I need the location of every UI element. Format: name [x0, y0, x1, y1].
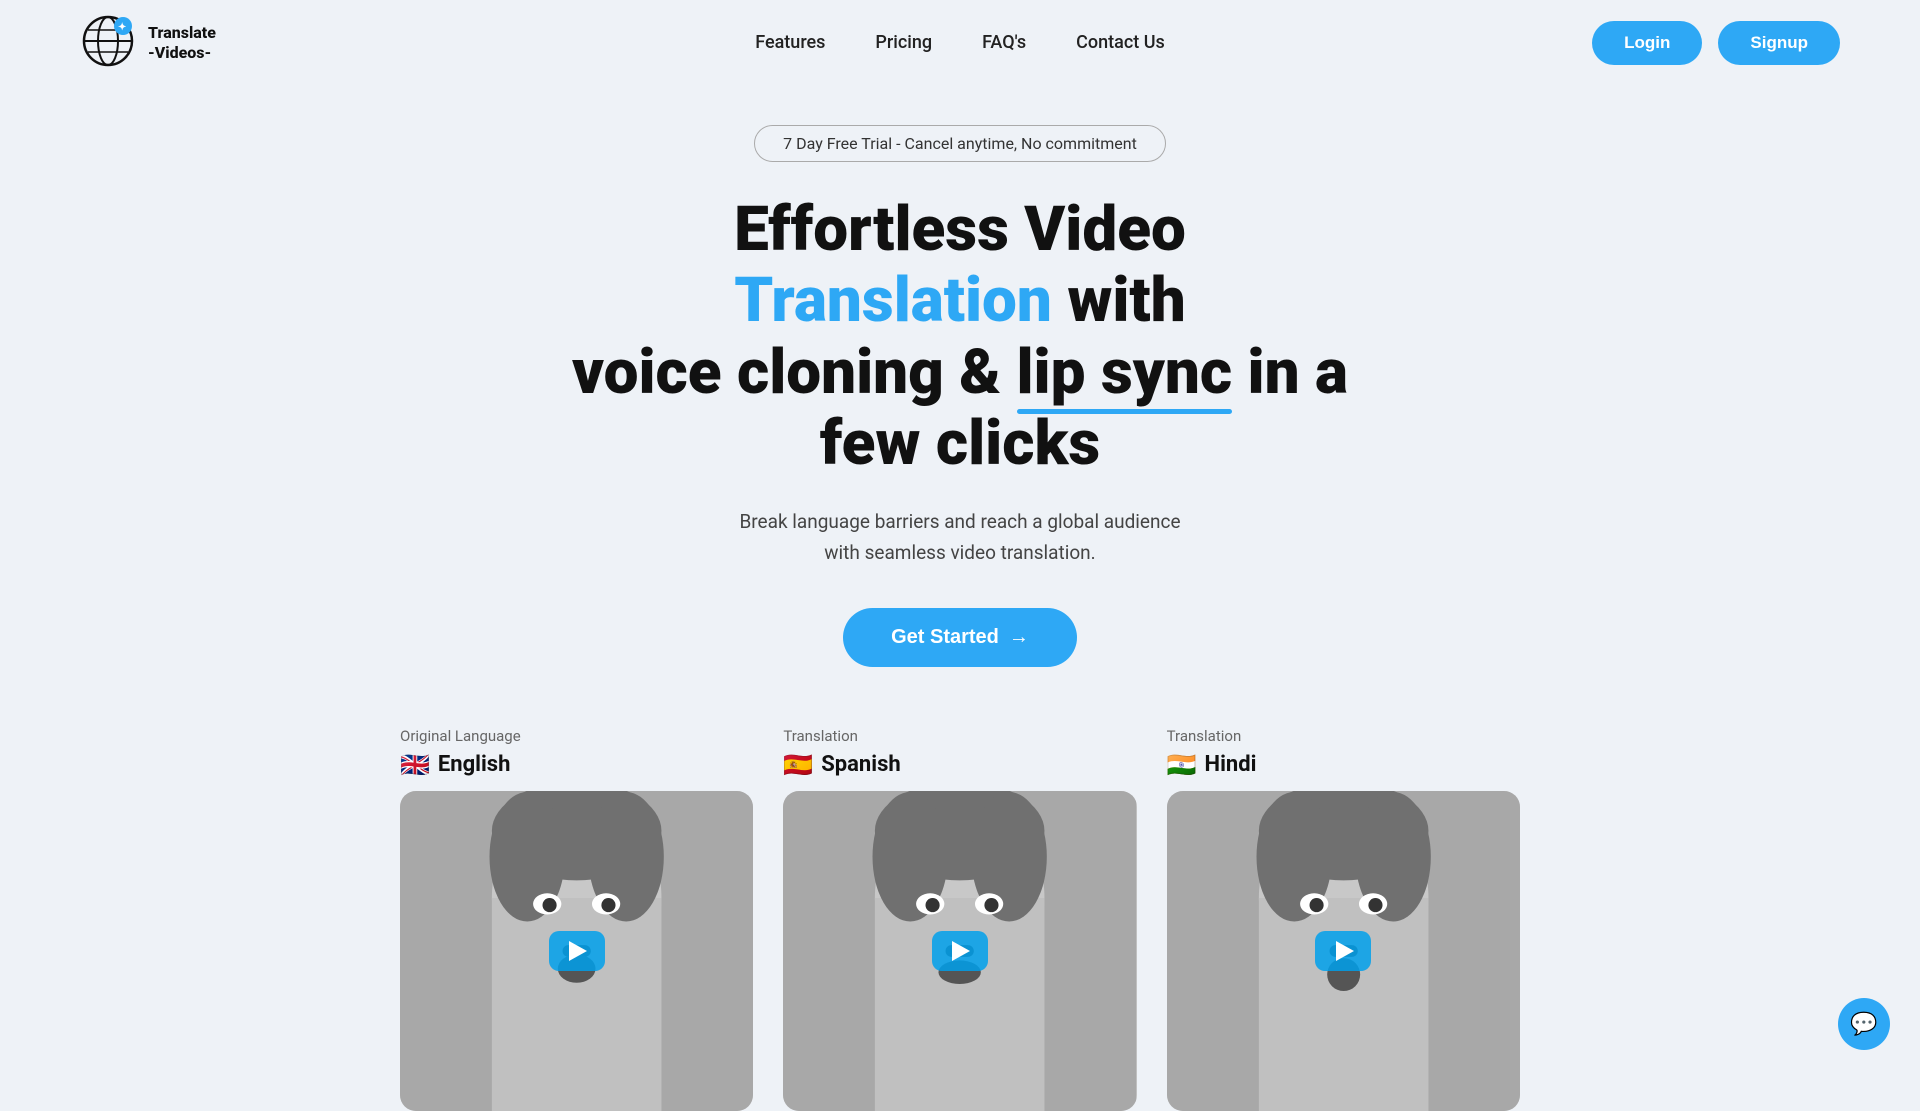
- nav-faqs[interactable]: FAQ's: [982, 32, 1026, 53]
- hero-title-part2: with: [1052, 264, 1186, 337]
- demo-english: Original Language 🇬🇧 English: [400, 727, 753, 1111]
- english-play-icon: [569, 941, 587, 961]
- get-started-label: Get Started: [891, 626, 999, 649]
- get-started-button[interactable]: Get Started →: [843, 608, 1077, 667]
- english-section-label: Original Language: [400, 727, 753, 745]
- hindi-video-card[interactable]: [1167, 791, 1520, 1111]
- login-button[interactable]: Login: [1592, 21, 1702, 65]
- hero-title: Effortless Video Translation with voice …: [570, 194, 1350, 479]
- english-flag: 🇬🇧: [400, 751, 430, 779]
- signup-button[interactable]: Signup: [1718, 21, 1840, 65]
- hindi-play-icon: [1336, 941, 1354, 961]
- spanish-language: Spanish: [821, 752, 900, 777]
- chat-icon: 💬: [1850, 1012, 1877, 1037]
- hero-title-part1: Effortless Video: [734, 193, 1186, 266]
- english-language: English: [438, 752, 511, 777]
- trial-badge: 7 Day Free Trial - Cancel anytime, No co…: [754, 125, 1166, 162]
- hindi-flag: 🇮🇳: [1167, 751, 1197, 779]
- demo-hindi: Translation 🇮🇳 Hindi: [1167, 727, 1520, 1111]
- english-lang-name: 🇬🇧 English: [400, 751, 753, 779]
- spanish-video-card[interactable]: [783, 791, 1136, 1111]
- get-started-arrow: →: [1009, 626, 1029, 649]
- main-content: 7 Day Free Trial - Cancel anytime, No co…: [0, 85, 1920, 1111]
- demo-spanish: Translation 🇪🇸 Spanish: [783, 727, 1136, 1111]
- hero-subtitle-line2: with seamless video translation.: [824, 541, 1095, 564]
- english-play-button[interactable]: [549, 931, 605, 971]
- spanish-flag: 🇪🇸: [783, 751, 813, 779]
- hero-title-underline: lip sync: [1017, 337, 1233, 408]
- spanish-section-label: Translation: [783, 727, 1136, 745]
- navbar: ✦ Translate -Videos- Features Pricing FA…: [0, 0, 1920, 85]
- svg-text:✦: ✦: [118, 22, 126, 33]
- brand-name-line1: Translate: [148, 23, 216, 42]
- nav-actions: Login Signup: [1592, 21, 1840, 65]
- spanish-play-button[interactable]: [932, 931, 988, 971]
- spanish-play-icon: [952, 941, 970, 961]
- hero-title-highlight: Translation: [734, 264, 1052, 337]
- hindi-play-button[interactable]: [1315, 931, 1371, 971]
- nav-features[interactable]: Features: [755, 32, 825, 53]
- nav-links: Features Pricing FAQ's Contact Us: [755, 32, 1165, 53]
- spanish-lang-name: 🇪🇸 Spanish: [783, 751, 1136, 779]
- logo-icon: ✦: [80, 13, 140, 73]
- hindi-language: Hindi: [1205, 752, 1257, 777]
- hindi-section-label: Translation: [1167, 727, 1520, 745]
- brand-name-line2: -Videos-: [148, 43, 216, 62]
- hero-subtitle-line1: Break language barriers and reach a glob…: [739, 510, 1180, 533]
- hero-title-line2-pre: voice cloning &: [572, 336, 1016, 409]
- chat-bubble[interactable]: 💬: [1838, 998, 1890, 1050]
- logo[interactable]: ✦ Translate -Videos-: [80, 13, 216, 73]
- nav-contact[interactable]: Contact Us: [1076, 32, 1165, 53]
- nav-pricing[interactable]: Pricing: [875, 32, 932, 53]
- hindi-lang-name: 🇮🇳 Hindi: [1167, 751, 1520, 779]
- hero-subtitle: Break language barriers and reach a glob…: [739, 507, 1180, 568]
- english-video-card[interactable]: [400, 791, 753, 1111]
- language-demos: Original Language 🇬🇧 English: [0, 727, 1920, 1111]
